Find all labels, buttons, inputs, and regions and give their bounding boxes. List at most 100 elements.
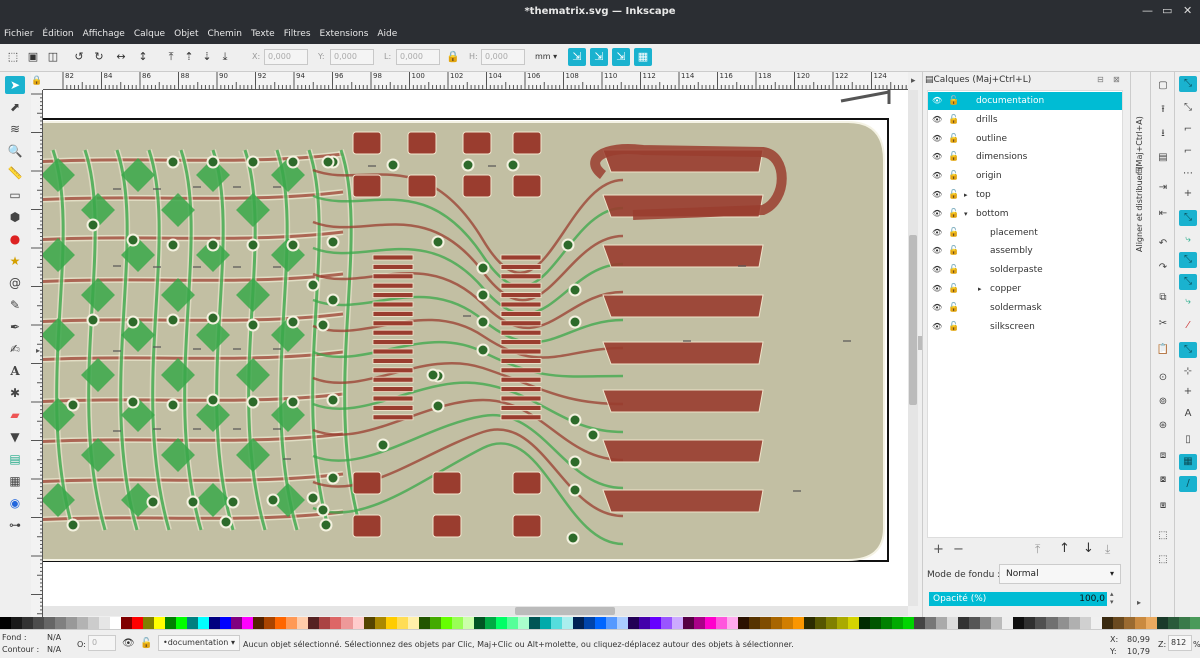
palette-swatch[interactable]: [837, 617, 849, 629]
palette-swatch[interactable]: [121, 617, 133, 629]
lock-toggle-icon[interactable]: 🔓: [948, 92, 959, 110]
layer-row-top[interactable]: 👁 🔓 ▸ top: [928, 186, 1122, 204]
opacity-stepper[interactable]: ▴ ▾: [1110, 590, 1114, 606]
palette-swatch[interactable]: [815, 617, 827, 629]
palette-swatch[interactable]: [1189, 617, 1200, 629]
palette-swatch[interactable]: [1101, 617, 1113, 629]
lock-toggle-icon[interactable]: 🔓: [948, 148, 959, 166]
minimize-button[interactable]: —: [1142, 4, 1153, 17]
visibility-eye-icon[interactable]: 👁: [932, 148, 942, 166]
palette-swatch[interactable]: [220, 617, 232, 629]
palette-swatch[interactable]: [473, 617, 485, 629]
menu-edit[interactable]: Édition: [42, 29, 73, 39]
snap-guides-icon[interactable]: /: [1179, 476, 1197, 492]
collapsed-arrow-icon[interactable]: ▸: [964, 186, 968, 204]
opacity-short-field[interactable]: 0: [88, 635, 116, 651]
lower-icon[interactable]: ⇣: [198, 48, 216, 66]
palette-swatch[interactable]: [451, 617, 463, 629]
copy-icon[interactable]: ⧉: [1154, 290, 1172, 306]
flip-horizontal-icon[interactable]: ↔: [112, 48, 130, 66]
palette-swatch[interactable]: [738, 617, 750, 629]
snap-bbox-icon[interactable]: ⤡: [1179, 100, 1197, 116]
panel-collapse-icon[interactable]: ▸: [911, 76, 916, 86]
palette-swatch[interactable]: [66, 617, 78, 629]
redo-icon[interactable]: ↷: [1154, 260, 1172, 276]
palette-swatch[interactable]: [870, 617, 882, 629]
select-all-icon[interactable]: ⬚: [4, 48, 22, 66]
visibility-eye-icon[interactable]: 👁: [932, 318, 942, 336]
palette-swatch[interactable]: [517, 617, 529, 629]
palette-swatch[interactable]: [11, 617, 23, 629]
selector-tool-icon[interactable]: ➤: [5, 76, 25, 94]
palette-swatch[interactable]: [330, 617, 342, 629]
palette-swatch[interactable]: [242, 617, 254, 629]
w-field[interactable]: 0,000: [396, 49, 440, 65]
palette-swatch[interactable]: [693, 617, 705, 629]
clone-icon[interactable]: ⧇: [1154, 472, 1172, 488]
palette-swatch[interactable]: [1167, 617, 1179, 629]
palette-swatch[interactable]: [1112, 617, 1124, 629]
palette-swatch[interactable]: [253, 617, 265, 629]
palette-swatch[interactable]: [925, 617, 937, 629]
undo-icon[interactable]: ↶: [1154, 236, 1172, 252]
menu-filters[interactable]: Filtres: [284, 29, 311, 39]
collapsed-arrow-icon[interactable]: ▸: [978, 280, 982, 298]
palette-swatch[interactable]: [1024, 617, 1036, 629]
box3d-tool-icon[interactable]: ⬢: [5, 208, 25, 226]
pen-tool-icon[interactable]: ✒: [5, 318, 25, 336]
palette-swatch[interactable]: [881, 617, 893, 629]
visibility-eye-icon[interactable]: 👁: [932, 242, 942, 260]
palette-swatch[interactable]: [308, 617, 320, 629]
lock-toggle-icon[interactable]: 🔓: [948, 186, 959, 204]
palette-swatch[interactable]: [198, 617, 210, 629]
palette-swatch[interactable]: [319, 617, 331, 629]
layer-row-solderpaste[interactable]: 👁 🔓 solderpaste: [928, 261, 1122, 279]
eraser-tool-icon[interactable]: ▰: [5, 406, 25, 424]
palette-swatch[interactable]: [682, 617, 694, 629]
snap-intersections-icon[interactable]: ⤡: [1179, 252, 1197, 268]
snap-rotation-centers-icon[interactable]: +: [1179, 384, 1197, 400]
unlink-clone-icon[interactable]: ⧆: [1154, 498, 1172, 514]
palette-swatch[interactable]: [705, 617, 717, 629]
palette-swatch[interactable]: [859, 617, 871, 629]
palette-swatch[interactable]: [903, 617, 915, 629]
unit-select[interactable]: mm ▾: [535, 52, 557, 61]
stroke-value[interactable]: N/A: [47, 645, 61, 654]
palette-swatch[interactable]: [297, 617, 309, 629]
palette-swatch[interactable]: [77, 617, 89, 629]
palette-swatch[interactable]: [1156, 617, 1168, 629]
palette-swatch[interactable]: [771, 617, 783, 629]
tweak-tool-icon[interactable]: ≋: [5, 120, 25, 138]
horizontal-scroll-thumb[interactable]: [515, 607, 615, 615]
ungroup-icon[interactable]: ⬚: [1154, 552, 1172, 568]
snap-bbox-edges-icon[interactable]: ⌐: [1179, 122, 1197, 138]
vertical-ruler[interactable]: [31, 90, 43, 620]
layer-row-documentation[interactable]: 👁 🔓 documentation: [928, 92, 1122, 110]
menu-file[interactable]: Fichier: [4, 29, 33, 39]
text-tool-icon[interactable]: A: [5, 362, 25, 380]
layer-raise-icon[interactable]: ↑: [1059, 541, 1070, 556]
current-layer-select[interactable]: •documentation ▾: [158, 635, 240, 651]
palette-swatch[interactable]: [1046, 617, 1058, 629]
snap-cusp-nodes-icon[interactable]: ⤡: [1179, 274, 1197, 290]
palette-swatch[interactable]: [462, 617, 474, 629]
color-palette[interactable]: [0, 617, 1200, 629]
menu-text[interactable]: Texte: [251, 29, 275, 39]
palette-swatch[interactable]: [418, 617, 430, 629]
palette-swatch[interactable]: [506, 617, 518, 629]
palette-swatch[interactable]: [407, 617, 419, 629]
rotate-cw-icon[interactable]: ↻: [90, 48, 108, 66]
palette-swatch[interactable]: [88, 617, 100, 629]
zoom-field[interactable]: 812: [1168, 635, 1192, 651]
visibility-eye-icon[interactable]: 👁: [932, 186, 942, 204]
vertical-scrollbar[interactable]: [908, 90, 918, 606]
save-icon[interactable]: ⭳: [1154, 126, 1172, 142]
select-all-layers-icon[interactable]: ▣: [24, 48, 42, 66]
snap-paths-icon[interactable]: ⤷: [1179, 232, 1197, 248]
palette-swatch[interactable]: [671, 617, 683, 629]
palette-swatch[interactable]: [892, 617, 904, 629]
palette-swatch[interactable]: [958, 617, 970, 629]
layer-to-top-icon[interactable]: ⤒: [1035, 542, 1040, 557]
palette-swatch[interactable]: [793, 617, 805, 629]
lock-toggle-icon[interactable]: 🔓: [948, 261, 959, 279]
